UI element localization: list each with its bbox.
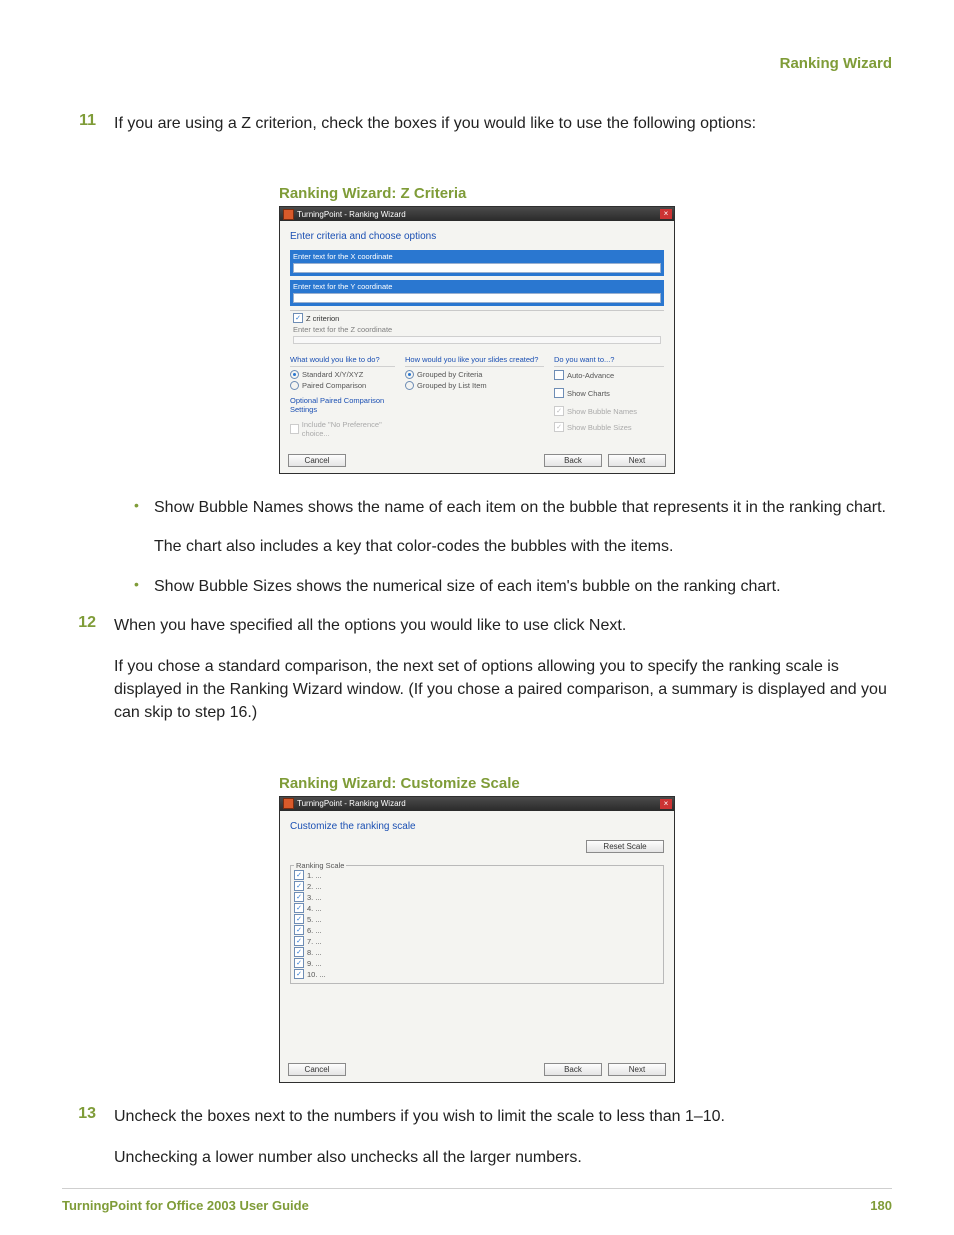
ranking-scale-group: ✓1. ... ✓2. ... ✓3. ... ✓4. ... ✓5. ... …	[290, 865, 664, 984]
y-label: Enter text for the Y coordinate	[293, 282, 661, 291]
step-12-a: When you have specified all the options …	[114, 614, 892, 637]
chk-autoadvance[interactable]	[554, 370, 564, 380]
scale-item-3: 3. ...	[307, 892, 322, 903]
x-input[interactable]	[293, 263, 661, 273]
z-coordinate-field: ✓ Z criterion Enter text for the Z coord…	[290, 310, 664, 347]
z-input[interactable]	[293, 336, 661, 344]
title-bar: TurningPoint - Ranking Wizard ×	[280, 797, 674, 811]
reset-scale-button[interactable]: Reset Scale	[586, 840, 664, 853]
scale-item-1: 1. ...	[307, 870, 322, 881]
y-coordinate-field: Enter text for the Y coordinate	[290, 280, 664, 306]
scale-chk-9[interactable]: ✓	[294, 958, 304, 968]
col3-opt4: Show Bubble Sizes	[567, 423, 632, 432]
bullet-icon: •	[134, 496, 144, 558]
scale-item-10: 10. ...	[307, 969, 326, 980]
cancel-button[interactable]: Cancel	[288, 454, 346, 467]
figure2-caption: Ranking Wizard: Customize Scale	[279, 775, 675, 792]
scale-item-8: 8. ...	[307, 947, 322, 958]
app-icon	[283, 798, 294, 809]
scale-item-7: 7. ...	[307, 936, 322, 947]
scale-item-6: 6. ...	[307, 925, 322, 936]
col3-opt1: Auto-Advance	[567, 371, 614, 380]
step-13-a: Uncheck the boxes next to the numbers if…	[114, 1105, 892, 1128]
title-bar-text: TurningPoint - Ranking Wizard	[297, 210, 406, 219]
page-number: 180	[870, 1198, 892, 1213]
col1-subopt: Include "No Preference" choice...	[302, 420, 395, 438]
close-icon[interactable]: ×	[660, 209, 672, 219]
dialog-heading: Customize the ranking scale	[290, 821, 664, 832]
title-bar: TurningPoint - Ranking Wizard ×	[280, 207, 674, 221]
app-icon	[283, 209, 294, 220]
scale-chk-8[interactable]: ✓	[294, 947, 304, 957]
scale-item-2: 2. ...	[307, 881, 322, 892]
x-coordinate-field: Enter text for the X coordinate	[290, 250, 664, 276]
step-number-11: 11	[62, 112, 96, 153]
bullet1-line2: The chart also includes a key that color…	[154, 535, 892, 558]
scale-chk-5[interactable]: ✓	[294, 914, 304, 924]
z-checkbox[interactable]: ✓	[293, 313, 303, 323]
title-bar-text: TurningPoint - Ranking Wizard	[297, 799, 406, 808]
back-button[interactable]: Back	[544, 454, 602, 467]
scale-chk-3[interactable]: ✓	[294, 892, 304, 902]
step-13-b: Unchecking a lower number also unchecks …	[114, 1146, 892, 1169]
radio-standard[interactable]	[290, 370, 299, 379]
chk-bubble-sizes[interactable]: ✓	[554, 422, 564, 432]
dialog-heading: Enter criteria and choose options	[290, 231, 664, 242]
scale-item-4: 4. ...	[307, 903, 322, 914]
ranking-scale-label: Ranking Scale	[294, 861, 346, 870]
dialog-z-criteria: TurningPoint - Ranking Wizard × Enter cr…	[279, 206, 675, 474]
running-head: Ranking Wizard	[62, 55, 892, 72]
step-12-b: If you chose a standard comparison, the …	[114, 655, 892, 725]
bullet-icon: •	[134, 575, 144, 598]
bullet2-line: Show Bubble Sizes shows the numerical si…	[154, 575, 892, 598]
radio-paired[interactable]	[290, 381, 299, 390]
col1-opt1: Standard X/Y/XYZ	[302, 370, 363, 379]
step-number-12: 12	[62, 614, 96, 743]
scale-chk-6[interactable]: ✓	[294, 925, 304, 935]
figure1-caption: Ranking Wizard: Z Criteria	[279, 185, 675, 202]
step-11-text: If you are using a Z criterion, check th…	[114, 112, 892, 135]
cancel-button[interactable]: Cancel	[288, 1063, 346, 1076]
col1-opt2: Paired Comparison	[302, 381, 366, 390]
scale-chk-10[interactable]: ✓	[294, 969, 304, 979]
chk-showcharts[interactable]	[554, 388, 564, 398]
col3-opt3: Show Bubble Names	[567, 407, 637, 416]
radio-by-item[interactable]	[405, 381, 414, 390]
footer-title: TurningPoint for Office 2003 User Guide	[62, 1198, 309, 1213]
scale-chk-2[interactable]: ✓	[294, 881, 304, 891]
y-input[interactable]	[293, 293, 661, 303]
step-number-13: 13	[62, 1105, 96, 1187]
col3-opt2: Show Charts	[567, 389, 610, 398]
back-button[interactable]: Back	[544, 1063, 602, 1076]
z-label: Enter text for the Z coordinate	[293, 325, 661, 334]
scale-chk-7[interactable]: ✓	[294, 936, 304, 946]
z-check-label: Z criterion	[306, 314, 339, 323]
chk-bubble-names[interactable]: ✓	[554, 406, 564, 416]
col3-head: Do you want to...?	[554, 355, 664, 367]
scale-item-5: 5. ...	[307, 914, 322, 925]
col2-opt1: Grouped by Criteria	[417, 370, 482, 379]
next-button[interactable]: Next	[608, 1063, 666, 1076]
col2-opt2: Grouped by List Item	[417, 381, 487, 390]
close-icon[interactable]: ×	[660, 799, 672, 809]
col1-head: What would you like to do?	[290, 355, 395, 367]
next-button[interactable]: Next	[608, 454, 666, 467]
scale-item-9: 9. ...	[307, 958, 322, 969]
x-label: Enter text for the X coordinate	[293, 252, 661, 261]
radio-by-criteria[interactable]	[405, 370, 414, 379]
dialog-customize-scale: TurningPoint - Ranking Wizard × Customiz…	[279, 796, 675, 1083]
scale-chk-4[interactable]: ✓	[294, 903, 304, 913]
nopref-checkbox	[290, 424, 299, 434]
col1-subhead: Optional Paired Comparison Settings	[290, 396, 395, 414]
scale-chk-1[interactable]: ✓	[294, 870, 304, 880]
bullet1-line1: Show Bubble Names shows the name of each…	[154, 496, 892, 519]
footer-rule	[62, 1188, 892, 1189]
col2-head: How would you like your slides created?	[405, 355, 544, 367]
